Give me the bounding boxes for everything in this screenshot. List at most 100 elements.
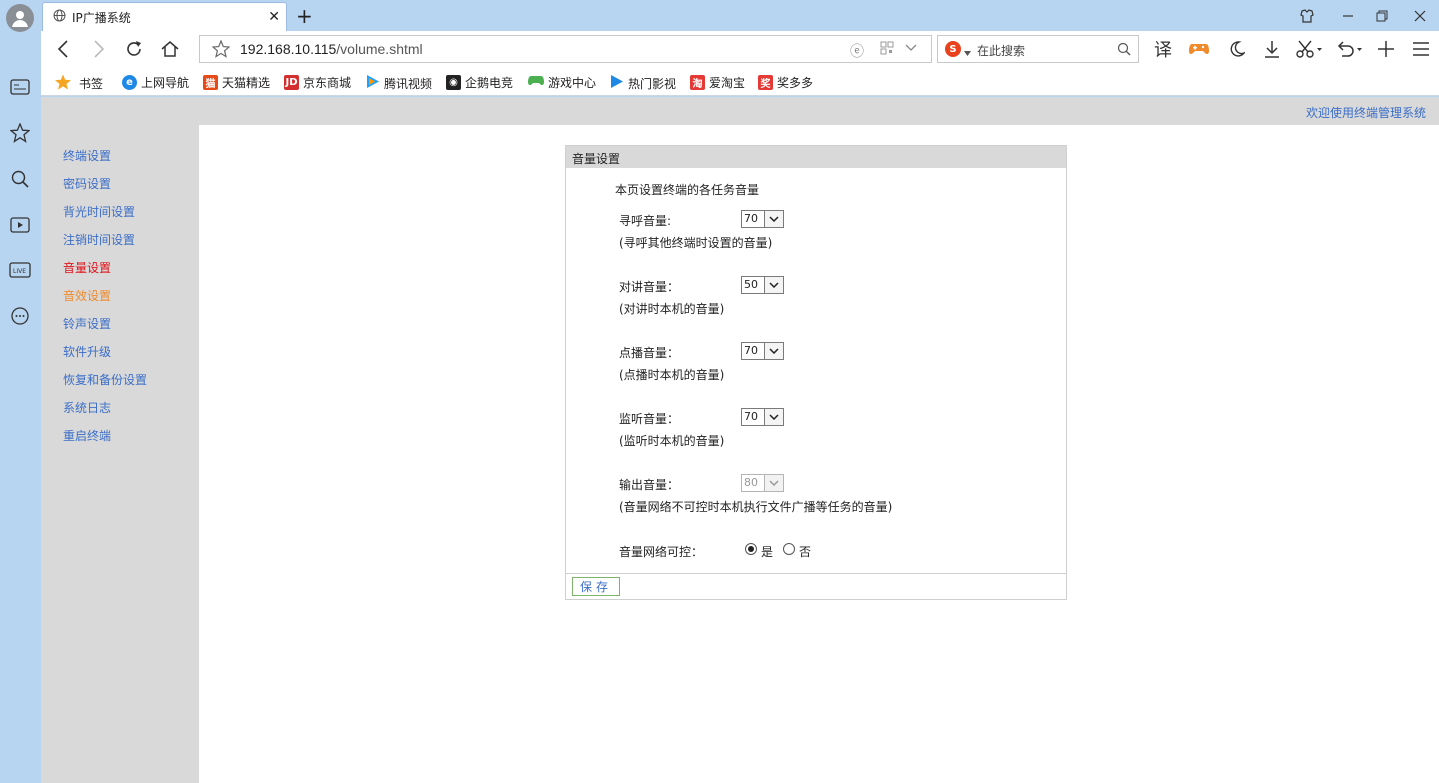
output-volume-label: 输出音量： xyxy=(619,478,680,492)
translate-icon[interactable]: 译 xyxy=(1152,38,1174,61)
chevron-down-icon xyxy=(764,475,783,491)
bookmark-item[interactable]: 奖 奖多多 xyxy=(758,74,813,91)
sidebar-item-sound-effect-settings[interactable]: 音效设置 xyxy=(63,287,111,304)
jd-icon: JD xyxy=(284,75,299,90)
paging-volume-note: (寻呼其他终端时设置的音量) xyxy=(619,236,773,250)
night-mode-icon[interactable] xyxy=(1225,38,1247,60)
bookmark-label: 腾讯视频 xyxy=(384,76,433,91)
undo-close-icon[interactable] xyxy=(1335,38,1365,60)
restore-icon[interactable] xyxy=(1372,6,1392,26)
close-tab-icon[interactable]: ✕ xyxy=(268,9,280,25)
bookmark-item[interactable]: 游戏中心 xyxy=(528,74,596,91)
reader-icon[interactable] xyxy=(8,75,32,99)
network-control-no-label: 否 xyxy=(799,545,812,559)
network-control-no-radio[interactable] xyxy=(783,543,795,555)
intercom-volume-label: 对讲音量： xyxy=(619,280,680,294)
menu-icon[interactable] xyxy=(1410,38,1432,60)
minimize-icon[interactable] xyxy=(1338,6,1358,26)
bookmark-star-icon[interactable] xyxy=(211,39,231,61)
refresh-icon[interactable] xyxy=(123,38,145,60)
sidebar-item-ringtone-settings[interactable]: 铃声设置 xyxy=(63,315,111,332)
bookmark-label: 上网导航 xyxy=(141,76,190,90)
sidebar-item-volume-settings[interactable]: 音量设置 xyxy=(63,259,111,276)
on-demand-volume-select[interactable]: 70 xyxy=(741,342,784,360)
qrcode-icon[interactable] xyxy=(880,41,894,58)
bookmark-label: 奖多多 xyxy=(777,76,814,90)
bookmark-item[interactable]: e 上网导航 xyxy=(122,74,189,91)
chevron-down-icon xyxy=(764,211,783,227)
network-control-yes-radio[interactable] xyxy=(745,543,757,555)
network-control-yes-label: 是 xyxy=(761,545,774,559)
favorites-icon[interactable] xyxy=(8,121,32,145)
address-bar[interactable]: 192.168.10.115/volume.shtml ⓔ xyxy=(199,35,932,63)
bookmark-label: 游戏中心 xyxy=(548,76,597,90)
ie-icon: e xyxy=(122,75,137,90)
search-icon[interactable] xyxy=(1117,42,1131,59)
close-window-icon[interactable] xyxy=(1410,6,1430,26)
bookmark-label: 热门影视 xyxy=(628,76,677,91)
bookmark-item[interactable]: 书签 xyxy=(55,74,103,93)
bookmark-item[interactable]: 热门影视 xyxy=(609,74,676,92)
skin-icon[interactable] xyxy=(1297,6,1317,26)
bookmark-item[interactable]: ◉ 企鹅电竞 xyxy=(446,74,513,91)
sidebar-item-system-log[interactable]: 系统日志 xyxy=(63,399,111,416)
sidebar-item-backlight-settings[interactable]: 背光时间设置 xyxy=(63,203,135,220)
sidebar-item-reboot-terminal[interactable]: 重启终端 xyxy=(63,427,111,444)
search-icon[interactable] xyxy=(8,167,32,191)
sidebar-item-restore-backup[interactable]: 恢复和备份设置 xyxy=(63,371,147,388)
prize-icon: 奖 xyxy=(758,75,773,90)
penguin-icon: ◉ xyxy=(446,75,461,90)
forward-icon[interactable] xyxy=(88,38,110,60)
chat-icon[interactable] xyxy=(8,305,32,329)
browser-tab[interactable]: IP广播系统 ✕ xyxy=(42,2,287,31)
bookmark-item[interactable]: 腾讯视频 xyxy=(365,74,432,92)
home-icon[interactable] xyxy=(159,38,181,60)
url-text[interactable]: 192.168.10.115/volume.shtml xyxy=(240,41,423,57)
tab-title: IP广播系统 xyxy=(72,10,131,25)
back-icon[interactable] xyxy=(52,38,74,60)
network-control-label: 音量网络可控： xyxy=(619,545,704,559)
star-icon xyxy=(55,74,71,93)
search-box[interactable]: S 在此搜索 xyxy=(937,35,1139,63)
download-icon[interactable] xyxy=(1261,38,1283,60)
monitor-volume-note: (监听时本机的音量) xyxy=(619,434,725,448)
live-icon[interactable]: LIVE xyxy=(8,258,32,282)
avatar-icon[interactable] xyxy=(6,4,34,32)
video-icon[interactable] xyxy=(8,213,32,237)
panel-title: 音量设置 xyxy=(572,152,621,166)
bookmark-label: 企鹅电竞 xyxy=(465,76,514,90)
sidebar-item-software-upgrade[interactable]: 软件升级 xyxy=(63,343,111,360)
panel-divider xyxy=(566,573,1066,574)
panel-intro: 本页设置终端的各任务音量 xyxy=(615,183,760,197)
save-button[interactable]: 保存 xyxy=(572,577,620,596)
sidebar-item-terminal-settings[interactable]: 终端设置 xyxy=(63,147,111,164)
bookmark-label: 爱淘宝 xyxy=(709,76,746,90)
search-placeholder: 在此搜索 xyxy=(977,44,1026,58)
add-icon[interactable] xyxy=(1375,38,1397,60)
paging-volume-select[interactable]: 70 xyxy=(741,210,784,228)
select-value: 50 xyxy=(744,278,758,291)
engine-dropdown-icon[interactable] xyxy=(964,45,971,59)
bookmark-item[interactable]: 淘 爱淘宝 xyxy=(690,74,745,91)
chevron-down-icon xyxy=(764,409,783,425)
intercom-volume-select[interactable]: 50 xyxy=(741,276,784,294)
bookmark-item[interactable]: 猫 天猫精选 xyxy=(203,74,270,91)
welcome-text: 欢迎使用终端管理系统 xyxy=(1305,106,1426,120)
ie-compat-icon[interactable]: ⓔ xyxy=(850,41,864,61)
browser-side-rail: LIVE xyxy=(0,0,41,783)
sogou-search-icon[interactable]: S xyxy=(945,41,961,57)
chevron-down-icon xyxy=(764,343,783,359)
sidebar xyxy=(41,125,199,783)
game-icon xyxy=(528,75,544,91)
gamepad-icon[interactable] xyxy=(1188,38,1210,60)
chevron-down-icon[interactable] xyxy=(905,42,917,56)
bookmark-item[interactable]: JD 京东商城 xyxy=(284,74,351,91)
select-value: 70 xyxy=(744,410,758,423)
sidebar-item-password-settings[interactable]: 密码设置 xyxy=(63,175,111,192)
monitor-volume-select[interactable]: 70 xyxy=(741,408,784,426)
screenshot-scissors-icon[interactable] xyxy=(1294,38,1324,60)
new-tab-icon[interactable]: + xyxy=(296,4,313,28)
select-value: 70 xyxy=(744,212,758,225)
url-path: /volume.shtml xyxy=(336,41,423,57)
sidebar-item-logout-settings[interactable]: 注销时间设置 xyxy=(63,231,135,248)
